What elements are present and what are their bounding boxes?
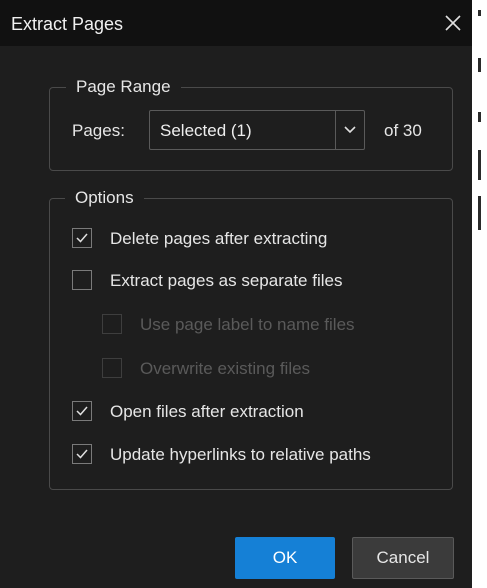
option-label: Delete pages after extracting [110, 229, 328, 248]
title-bar: Extract Pages [0, 0, 472, 46]
option-label: Extract pages as separate files [110, 271, 343, 290]
pages-label: Pages: [72, 121, 125, 140]
page-range-select[interactable]: Selected (1) [149, 110, 365, 150]
option-overwrite-files: Overwrite existing files [102, 356, 442, 382]
overwrite-files-checkbox [102, 358, 122, 378]
background-window-edge [472, 0, 487, 588]
separate-files-checkbox[interactable] [72, 270, 92, 290]
option-update-hyperlinks[interactable]: Update hyperlinks to relative paths [72, 442, 442, 468]
option-delete-pages[interactable]: Delete pages after extracting [72, 226, 442, 252]
checkmark-icon [76, 406, 88, 416]
page-range-legend: Page Range [66, 77, 181, 97]
delete-pages-checkbox[interactable] [72, 228, 92, 248]
option-label: Update hyperlinks to relative paths [110, 445, 371, 464]
cancel-button[interactable]: Cancel [352, 537, 454, 579]
options-legend: Options [65, 188, 144, 208]
chevron-down-icon[interactable] [342, 123, 358, 137]
use-page-label-checkbox [102, 314, 122, 334]
option-separate-files[interactable]: Extract pages as separate files [72, 268, 442, 294]
close-button[interactable] [438, 8, 468, 38]
open-files-checkbox[interactable] [72, 401, 92, 421]
page-range-selected-value: Selected (1) [160, 121, 252, 140]
select-divider [335, 111, 336, 149]
close-icon [445, 15, 461, 31]
option-open-files[interactable]: Open files after extraction [72, 399, 442, 425]
checkmark-icon [76, 449, 88, 459]
dialog-title: Extract Pages [11, 14, 124, 34]
page-total: of 30 [384, 121, 422, 140]
ok-button[interactable]: OK [235, 537, 335, 579]
extract-pages-dialog: Extract Pages Page Range Pages: Selected… [0, 0, 472, 588]
update-hyperlinks-checkbox[interactable] [72, 444, 92, 464]
option-label: Overwrite existing files [140, 359, 311, 378]
option-label: Open files after extraction [110, 402, 304, 421]
option-label: Use page label to name files [140, 315, 355, 334]
checkmark-icon [76, 233, 88, 243]
option-use-page-label: Use page label to name files [102, 312, 442, 338]
